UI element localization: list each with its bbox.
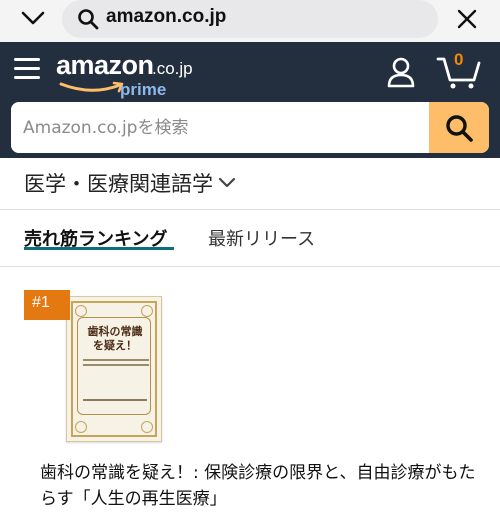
amazon-logo[interactable]: amazon .co.jp prime [56,50,196,102]
search-button[interactable] [429,102,489,153]
close-icon[interactable] [454,6,480,32]
url-text: amazon.co.jp [106,6,227,27]
cover-title: 歯科の常識 を疑え！ [67,325,163,353]
cover-author [83,399,147,401]
cover-ornament-dot [75,305,87,317]
site-header: amazon .co.jp prime 0 [0,42,500,158]
url-bar[interactable]: amazon.co.jp [62,0,438,38]
cover-subtitle [83,359,149,373]
category-selector[interactable]: 医学・医療関連語学 [0,158,500,210]
category-label: 医学・医療関連語学 [24,172,213,196]
browser-bar: amazon.co.jp [0,0,500,42]
cover-title-line: を疑え！ [93,339,137,352]
product-title[interactable]: 歯科の常識を疑え！: 保険診療の限界と、自由診療がもたらす「人生の再生医療」 [40,460,480,512]
ranking-tabs: 売れ筋ランキング 最新リリース [0,211,500,267]
search-icon [77,8,99,30]
rank-badge: #1 [24,290,70,320]
cover-title-line: 歯科の常識 [87,325,143,338]
cart-button[interactable]: 0 [436,50,482,90]
rank-number: #1 [32,294,50,311]
smile-arrow-icon [59,81,124,93]
logo-tld: .co.jp [152,59,193,78]
chevron-down-icon [218,177,236,188]
search-icon [446,115,473,142]
search-bar [11,102,489,153]
search-input[interactable] [11,102,429,153]
account-icon[interactable] [385,56,417,88]
cover-ornament-dot [141,421,153,433]
product-card[interactable]: 歯科の常識 を疑え！ #1 歯科の常識を疑え！: 保険診療の限界と、自由診療がも… [0,268,500,509]
book-cover-image[interactable]: 歯科の常識 を疑え！ [66,296,162,442]
cart-count: 0 [454,50,464,69]
menu-icon[interactable] [14,58,40,80]
cover-ornament-dot [75,421,87,433]
cover-ornament-dot [141,305,153,317]
logo-brand: amazon [56,50,154,80]
chevron-down-icon[interactable] [20,8,46,28]
logo-prime: prime [120,80,167,99]
active-tab-indicator [24,247,174,250]
tab-new-releases[interactable]: 最新リリース [208,225,315,251]
